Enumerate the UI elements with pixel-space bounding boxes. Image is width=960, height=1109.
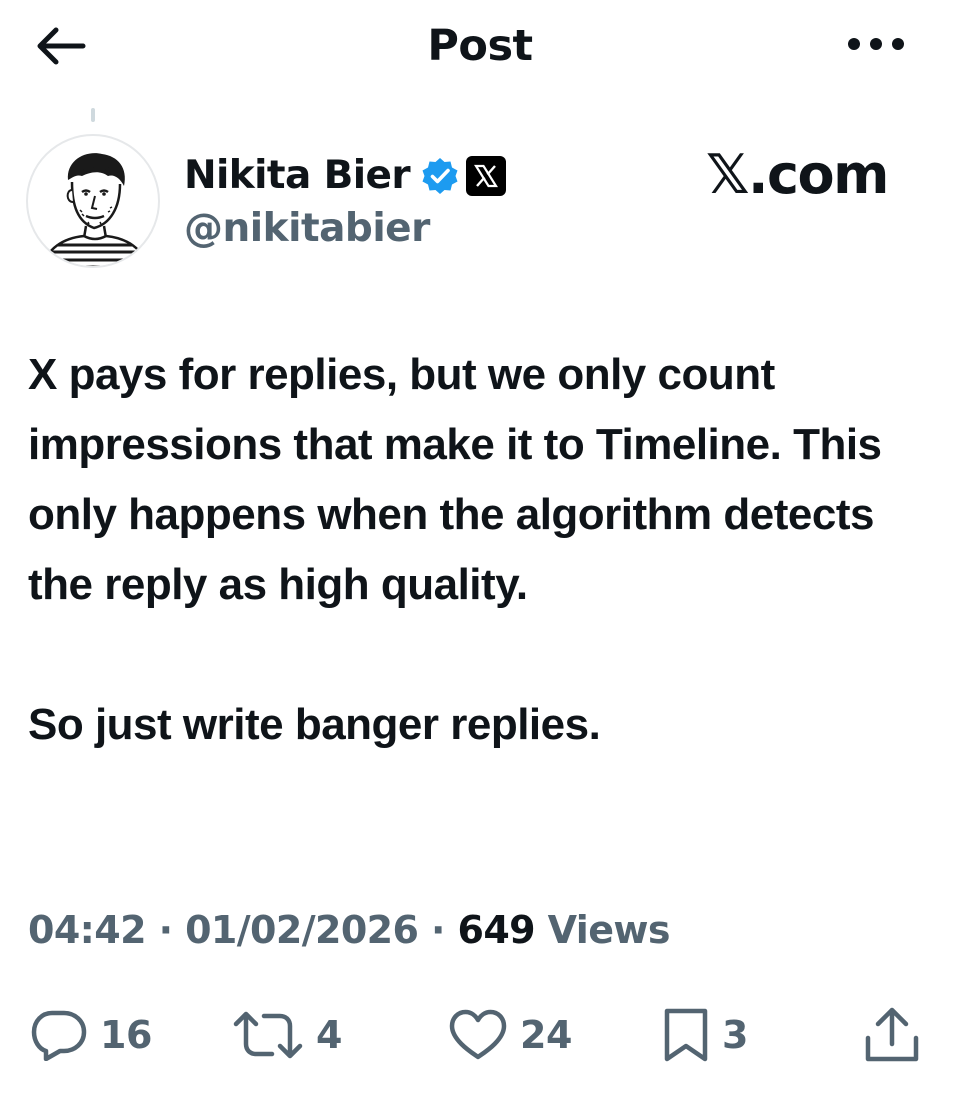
post-text: X pays for replies, but we only count im… [28,350,882,749]
top-bar: Post [0,0,960,92]
author-display-name[interactable]: Nikita Bier [184,150,411,202]
bookmark-count: 3 [722,1013,748,1057]
x-logo-icon [474,164,499,188]
heart-icon [449,1009,507,1060]
page-title: Post [427,21,533,71]
sketch-portrait-icon [41,153,149,266]
author-handle[interactable]: @nikitabier [184,204,430,254]
like-count: 24 [520,1013,572,1057]
verified-badge-icon [422,158,458,194]
like-button[interactable]: 24 [448,1000,572,1070]
views-count[interactable]: 649 [457,908,535,952]
x-affiliate-badge[interactable] [466,156,507,196]
more-options-button[interactable] [838,18,914,70]
bookmark-icon [664,1008,708,1062]
share-button[interactable] [862,1000,922,1070]
repost-button[interactable]: 4 [232,1000,342,1070]
repost-count: 4 [316,1013,342,1057]
views-label: Views [535,908,671,952]
xcom-watermark: 𝕏.com [706,143,889,206]
meta-separator: · [418,908,458,952]
action-bar: 16 4 24 3 [0,1000,960,1070]
more-dots-icon [848,38,904,50]
repost-icon [233,1011,303,1059]
author-name-row: Nikita Bier [184,148,507,204]
post-time[interactable]: 04:42 [28,908,147,952]
reply-count: 16 [100,1013,152,1057]
share-icon [865,1007,919,1062]
post-meta: 04:42 · 01/02/2026 · 649 Views [28,902,671,958]
meta-separator: · [145,908,186,952]
reply-icon [31,1010,87,1061]
avatar[interactable] [26,134,160,268]
reply-button[interactable]: 16 [30,1000,152,1070]
thread-connector-line [91,108,95,122]
bookmark-button[interactable]: 3 [662,1000,748,1070]
post-date[interactable]: 01/02/2026 [185,908,419,952]
